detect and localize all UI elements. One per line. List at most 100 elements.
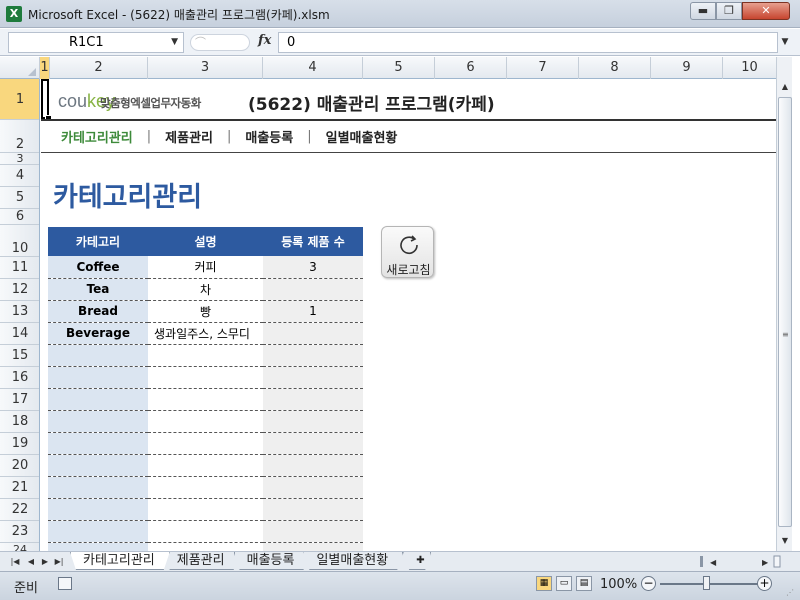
category-cell[interactable] bbox=[48, 344, 148, 367]
count-cell[interactable] bbox=[263, 278, 363, 301]
row-header[interactable]: 5 bbox=[0, 187, 39, 209]
count-cell[interactable] bbox=[263, 520, 363, 543]
description-cell[interactable] bbox=[148, 542, 263, 551]
row-header[interactable]: 19 bbox=[0, 433, 39, 455]
column-header[interactable]: 5 bbox=[363, 57, 435, 79]
row-header[interactable]: 22 bbox=[0, 499, 39, 521]
row-header[interactable]: 10 bbox=[0, 225, 39, 257]
category-cell[interactable] bbox=[48, 476, 148, 499]
category-cell[interactable] bbox=[48, 520, 148, 543]
new-sheet-icon[interactable]: ✚ bbox=[403, 552, 431, 570]
description-cell[interactable] bbox=[148, 410, 263, 433]
worksheet-grid[interactable]: coukey 맞춤형엑셀업무자동화 (5622) 매출관리 프로그램(카페) 카… bbox=[41, 79, 776, 551]
nav-link-daily-sales[interactable]: 일별매출현황 bbox=[326, 127, 398, 146]
zoom-level[interactable]: 100% bbox=[600, 577, 637, 592]
page-layout-view-icon[interactable]: ▭ bbox=[556, 576, 572, 591]
zoom-in-icon[interactable]: + bbox=[757, 576, 772, 591]
column-header[interactable]: 3 bbox=[148, 57, 263, 79]
column-header[interactable]: 6 bbox=[435, 57, 507, 79]
column-header[interactable]: 8 bbox=[579, 57, 651, 79]
select-all-button[interactable] bbox=[0, 57, 40, 79]
category-cell[interactable] bbox=[48, 498, 148, 521]
refresh-button[interactable]: 새로고침 bbox=[381, 226, 434, 278]
close-button[interactable]: ✕ bbox=[742, 2, 790, 20]
column-header[interactable]: 7 bbox=[507, 57, 579, 79]
row-header[interactable]: 23 bbox=[0, 521, 39, 543]
sheet-tab-sales-entry[interactable]: 매출등록 bbox=[234, 552, 310, 570]
nav-link-products[interactable]: 제품관리 bbox=[165, 127, 213, 146]
sheet-tab-products[interactable]: 제품관리 bbox=[164, 552, 240, 570]
page-break-view-icon[interactable]: ▤ bbox=[576, 576, 592, 591]
column-header[interactable]: 2 bbox=[50, 57, 148, 79]
vertical-scrollbar[interactable]: ▲ ≡ ▼ bbox=[776, 57, 792, 551]
column-header[interactable]: 1 bbox=[40, 57, 50, 79]
description-cell[interactable]: 차 bbox=[148, 278, 263, 301]
formula-input[interactable]: 0 bbox=[278, 32, 778, 53]
description-cell[interactable] bbox=[148, 388, 263, 411]
fx-icon[interactable]: fx bbox=[258, 33, 271, 48]
column-header[interactable]: 9 bbox=[651, 57, 723, 79]
category-cell[interactable] bbox=[48, 410, 148, 433]
count-cell[interactable] bbox=[263, 454, 363, 477]
description-cell[interactable]: 빵 bbox=[148, 300, 263, 323]
row-header[interactable]: 14 bbox=[0, 323, 39, 345]
category-cell[interactable] bbox=[48, 454, 148, 477]
chevron-down-icon[interactable]: ▼ bbox=[171, 33, 178, 52]
zoom-slider-thumb[interactable] bbox=[703, 576, 710, 590]
description-cell[interactable] bbox=[148, 344, 263, 367]
row-header[interactable]: 13 bbox=[0, 301, 39, 323]
first-sheet-icon[interactable]: |◀ bbox=[8, 554, 22, 569]
category-cell[interactable] bbox=[48, 432, 148, 455]
name-box[interactable]: R1C1 ▼ bbox=[8, 32, 184, 53]
description-cell[interactable] bbox=[148, 432, 263, 455]
expand-formula-bar-button[interactable]: ▼ bbox=[778, 32, 792, 53]
column-header[interactable]: 10 bbox=[723, 57, 776, 79]
row-header[interactable]: 15 bbox=[0, 345, 39, 367]
description-cell[interactable] bbox=[148, 454, 263, 477]
column-header[interactable]: 4 bbox=[263, 57, 363, 79]
formula-bar-grip[interactable]: ⌒ bbox=[190, 34, 250, 51]
next-sheet-icon[interactable]: ▶ bbox=[38, 554, 52, 569]
prev-sheet-icon[interactable]: ◀ bbox=[24, 554, 38, 569]
row-header[interactable]: 16 bbox=[0, 367, 39, 389]
row-header[interactable]: 4 bbox=[0, 165, 39, 187]
excel-icon[interactable]: X bbox=[6, 6, 22, 22]
row-header[interactable]: 3 bbox=[0, 152, 39, 165]
count-cell[interactable] bbox=[263, 388, 363, 411]
horizontal-scrollbar[interactable]: ◀ ▶ bbox=[700, 554, 792, 569]
count-cell[interactable] bbox=[263, 366, 363, 389]
description-cell[interactable]: 커피 bbox=[148, 256, 263, 279]
description-cell[interactable] bbox=[148, 498, 263, 521]
category-cell[interactable] bbox=[48, 388, 148, 411]
count-cell[interactable]: 1 bbox=[263, 300, 363, 323]
row-header[interactable]: 6 bbox=[0, 209, 39, 225]
row-header[interactable]: 17 bbox=[0, 389, 39, 411]
count-cell[interactable] bbox=[263, 410, 363, 433]
row-header[interactable]: 21 bbox=[0, 477, 39, 499]
count-cell[interactable] bbox=[263, 542, 363, 551]
category-cell[interactable] bbox=[48, 366, 148, 389]
row-header[interactable]: 2 bbox=[0, 120, 39, 153]
row-header[interactable]: 20 bbox=[0, 455, 39, 477]
category-cell[interactable]: Bread bbox=[48, 300, 148, 323]
scroll-up-icon[interactable]: ▲ bbox=[777, 79, 793, 95]
category-cell[interactable] bbox=[48, 542, 148, 551]
zoom-out-icon[interactable]: − bbox=[641, 576, 656, 591]
row-header[interactable]: 12 bbox=[0, 279, 39, 301]
active-cell-cursor[interactable] bbox=[41, 79, 52, 122]
row-header[interactable]: 1 bbox=[0, 79, 39, 120]
normal-view-icon[interactable]: ▦ bbox=[536, 576, 552, 591]
category-cell[interactable]: Coffee bbox=[48, 256, 148, 279]
description-cell[interactable] bbox=[148, 366, 263, 389]
scroll-thumb[interactable]: ≡ bbox=[778, 97, 792, 527]
sheet-tab-category[interactable]: 카테고리관리 bbox=[70, 552, 170, 570]
count-cell[interactable] bbox=[263, 344, 363, 367]
category-cell[interactable]: Tea bbox=[48, 278, 148, 301]
count-cell[interactable] bbox=[263, 498, 363, 521]
macro-record-icon[interactable] bbox=[58, 577, 72, 590]
row-header[interactable]: 11 bbox=[0, 257, 39, 279]
scroll-down-icon[interactable]: ▼ bbox=[777, 533, 793, 549]
count-cell[interactable] bbox=[263, 432, 363, 455]
count-cell[interactable] bbox=[263, 322, 363, 345]
last-sheet-icon[interactable]: ▶| bbox=[52, 554, 66, 569]
